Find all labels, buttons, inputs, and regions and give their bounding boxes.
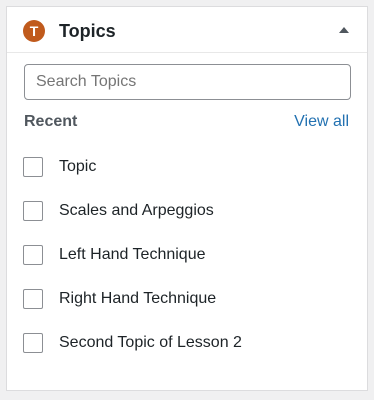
topic-label[interactable]: Scales and Arpeggios (59, 199, 214, 223)
search-topics-input[interactable] (24, 64, 351, 100)
panel-title: Topics (59, 21, 116, 41)
topic-checkbox[interactable] (23, 157, 43, 177)
topic-label[interactable]: Left Hand Technique (59, 243, 205, 267)
topic-label[interactable]: Right Hand Technique (59, 287, 216, 311)
topic-item: Second Topic of Lesson 2 (23, 331, 242, 375)
topic-list: Topic Scales and Arpeggios Left Hand Tec… (23, 155, 242, 375)
topic-label[interactable]: Second Topic of Lesson 2 (59, 331, 242, 355)
topic-checkbox[interactable] (23, 289, 43, 309)
topic-label[interactable]: Topic (59, 155, 96, 179)
panel-header: T Topics (7, 7, 367, 53)
topic-checkbox[interactable] (23, 201, 43, 221)
view-all-link[interactable]: View all (294, 112, 349, 132)
triangle-up-icon (339, 27, 349, 33)
recent-label: Recent (24, 113, 78, 130)
topic-item: Scales and Arpeggios (23, 199, 242, 243)
topic-item: Topic (23, 155, 242, 199)
collapse-toggle-button[interactable] (335, 21, 353, 39)
topic-item: Left Hand Technique (23, 243, 242, 287)
topics-panel: T Topics Recent View all Topic Scales an… (6, 6, 368, 391)
topic-checkbox[interactable] (23, 333, 43, 353)
topic-brand-icon: T (23, 20, 45, 42)
topic-item: Right Hand Technique (23, 287, 242, 331)
topic-checkbox[interactable] (23, 245, 43, 265)
